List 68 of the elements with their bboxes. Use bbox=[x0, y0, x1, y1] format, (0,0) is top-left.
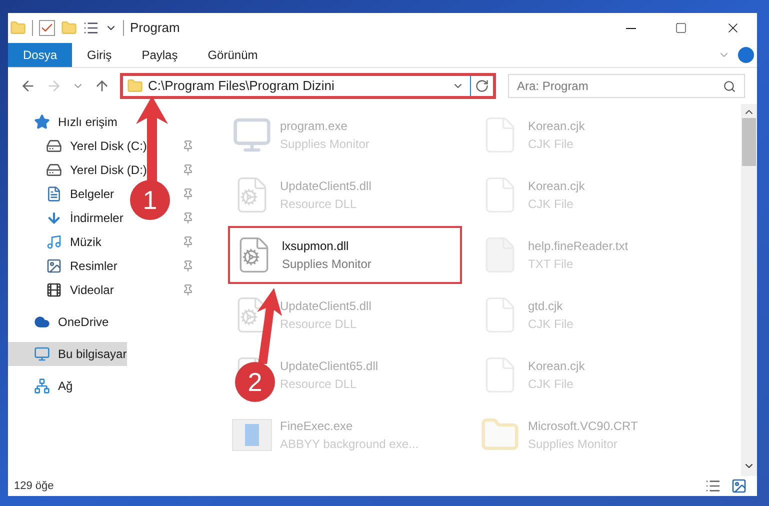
ribbon-tab[interactable]: Görünüm bbox=[192, 43, 273, 67]
sidebar-item[interactable]: Belgeler bbox=[46, 182, 114, 206]
file-name: lxsupmon.dll bbox=[282, 238, 350, 255]
search-icon[interactable] bbox=[723, 80, 736, 92]
drive-icon bbox=[46, 162, 62, 178]
pin-icon[interactable] bbox=[182, 284, 194, 296]
sidebar-item[interactable]: Resimler bbox=[46, 254, 118, 278]
sidebar-item[interactable]: OneDrive bbox=[34, 310, 109, 334]
address-bar[interactable]: C:\Program Files\Program Dizini bbox=[120, 73, 496, 99]
file-name: Korean.cjk bbox=[528, 118, 585, 135]
up-icon[interactable] bbox=[94, 78, 110, 94]
download-icon bbox=[46, 210, 62, 226]
file-name: UpdateClient5.dll bbox=[280, 298, 372, 315]
file-name: Korean.cjk bbox=[528, 178, 585, 195]
ribbon-tab[interactable]: Dosya bbox=[8, 43, 72, 67]
search-field[interactable]: Ara: Program bbox=[508, 74, 745, 98]
file-name: FineExec.exe bbox=[280, 418, 354, 435]
search-input[interactable]: Ara: Program bbox=[517, 77, 723, 95]
sidebar-item[interactable]: Bu bilgisayar bbox=[8, 342, 127, 366]
file-item[interactable]: lxsupmon.dll Supplies Monitor bbox=[228, 226, 462, 284]
file-name: program.exe bbox=[280, 118, 348, 135]
sidebar-item[interactable]: İndirmeler bbox=[46, 206, 124, 230]
sidebar-item[interactable]: Müzik bbox=[46, 230, 102, 254]
monitor-icon bbox=[34, 346, 50, 362]
ribbon-tab[interactable]: Paylaş bbox=[126, 43, 193, 67]
pin-icon[interactable] bbox=[182, 188, 194, 200]
file-name: UpdateClient5.dll bbox=[280, 178, 372, 195]
sidebar-item[interactable]: Yerel Disk (D:) bbox=[46, 158, 147, 182]
file-name: Microsoft.VC90.CRT bbox=[528, 418, 638, 435]
star-icon bbox=[34, 114, 50, 130]
film-icon bbox=[46, 282, 62, 298]
new-folder-icon[interactable] bbox=[61, 20, 77, 36]
details-view-icon[interactable] bbox=[705, 478, 721, 494]
pin-icon[interactable] bbox=[182, 236, 194, 248]
item-count: 129 öğe bbox=[14, 478, 54, 494]
file-description: Supplies Monitor bbox=[282, 256, 372, 273]
pin-icon[interactable] bbox=[182, 140, 194, 152]
network-icon bbox=[34, 378, 50, 394]
window-icon bbox=[232, 419, 272, 451]
back-icon[interactable] bbox=[20, 78, 36, 94]
view-icon[interactable] bbox=[83, 20, 99, 36]
picture-icon bbox=[46, 258, 62, 274]
folder-icon[interactable] bbox=[10, 20, 26, 36]
pin-icon[interactable] bbox=[182, 212, 194, 224]
pin-icon[interactable] bbox=[182, 260, 194, 272]
drive-icon bbox=[46, 138, 62, 154]
window-title: Program bbox=[130, 19, 180, 38]
file-name: help.fineReader.txt bbox=[528, 238, 628, 255]
refresh-icon[interactable] bbox=[475, 79, 489, 93]
folder-icon bbox=[127, 78, 143, 94]
sidebar-item[interactable]: Ağ bbox=[34, 374, 73, 398]
file-name: gtd.cjk bbox=[528, 298, 564, 315]
sidebar-item[interactable]: Videolar bbox=[46, 278, 114, 302]
properties-icon[interactable] bbox=[39, 20, 55, 36]
music-note-icon bbox=[46, 234, 62, 250]
pin-icon[interactable] bbox=[182, 164, 194, 176]
file-name: Korean.cjk bbox=[528, 358, 585, 375]
file-name: UpdateClient65.dll bbox=[280, 358, 378, 375]
sidebar-item[interactable]: Hızlı erişim bbox=[34, 110, 118, 134]
scrollbar-track[interactable] bbox=[741, 104, 757, 476]
large-icons-view-icon[interactable] bbox=[731, 478, 747, 494]
cloud-icon bbox=[34, 314, 50, 330]
ribbon-tab[interactable]: Giriş bbox=[72, 43, 127, 67]
forward-icon[interactable] bbox=[46, 78, 62, 94]
maximize-icon bbox=[675, 22, 687, 34]
scrollbar-thumb[interactable] bbox=[742, 118, 756, 166]
document-icon bbox=[46, 186, 62, 202]
sidebar-item[interactable]: Yerel Disk (C:) bbox=[46, 134, 147, 158]
